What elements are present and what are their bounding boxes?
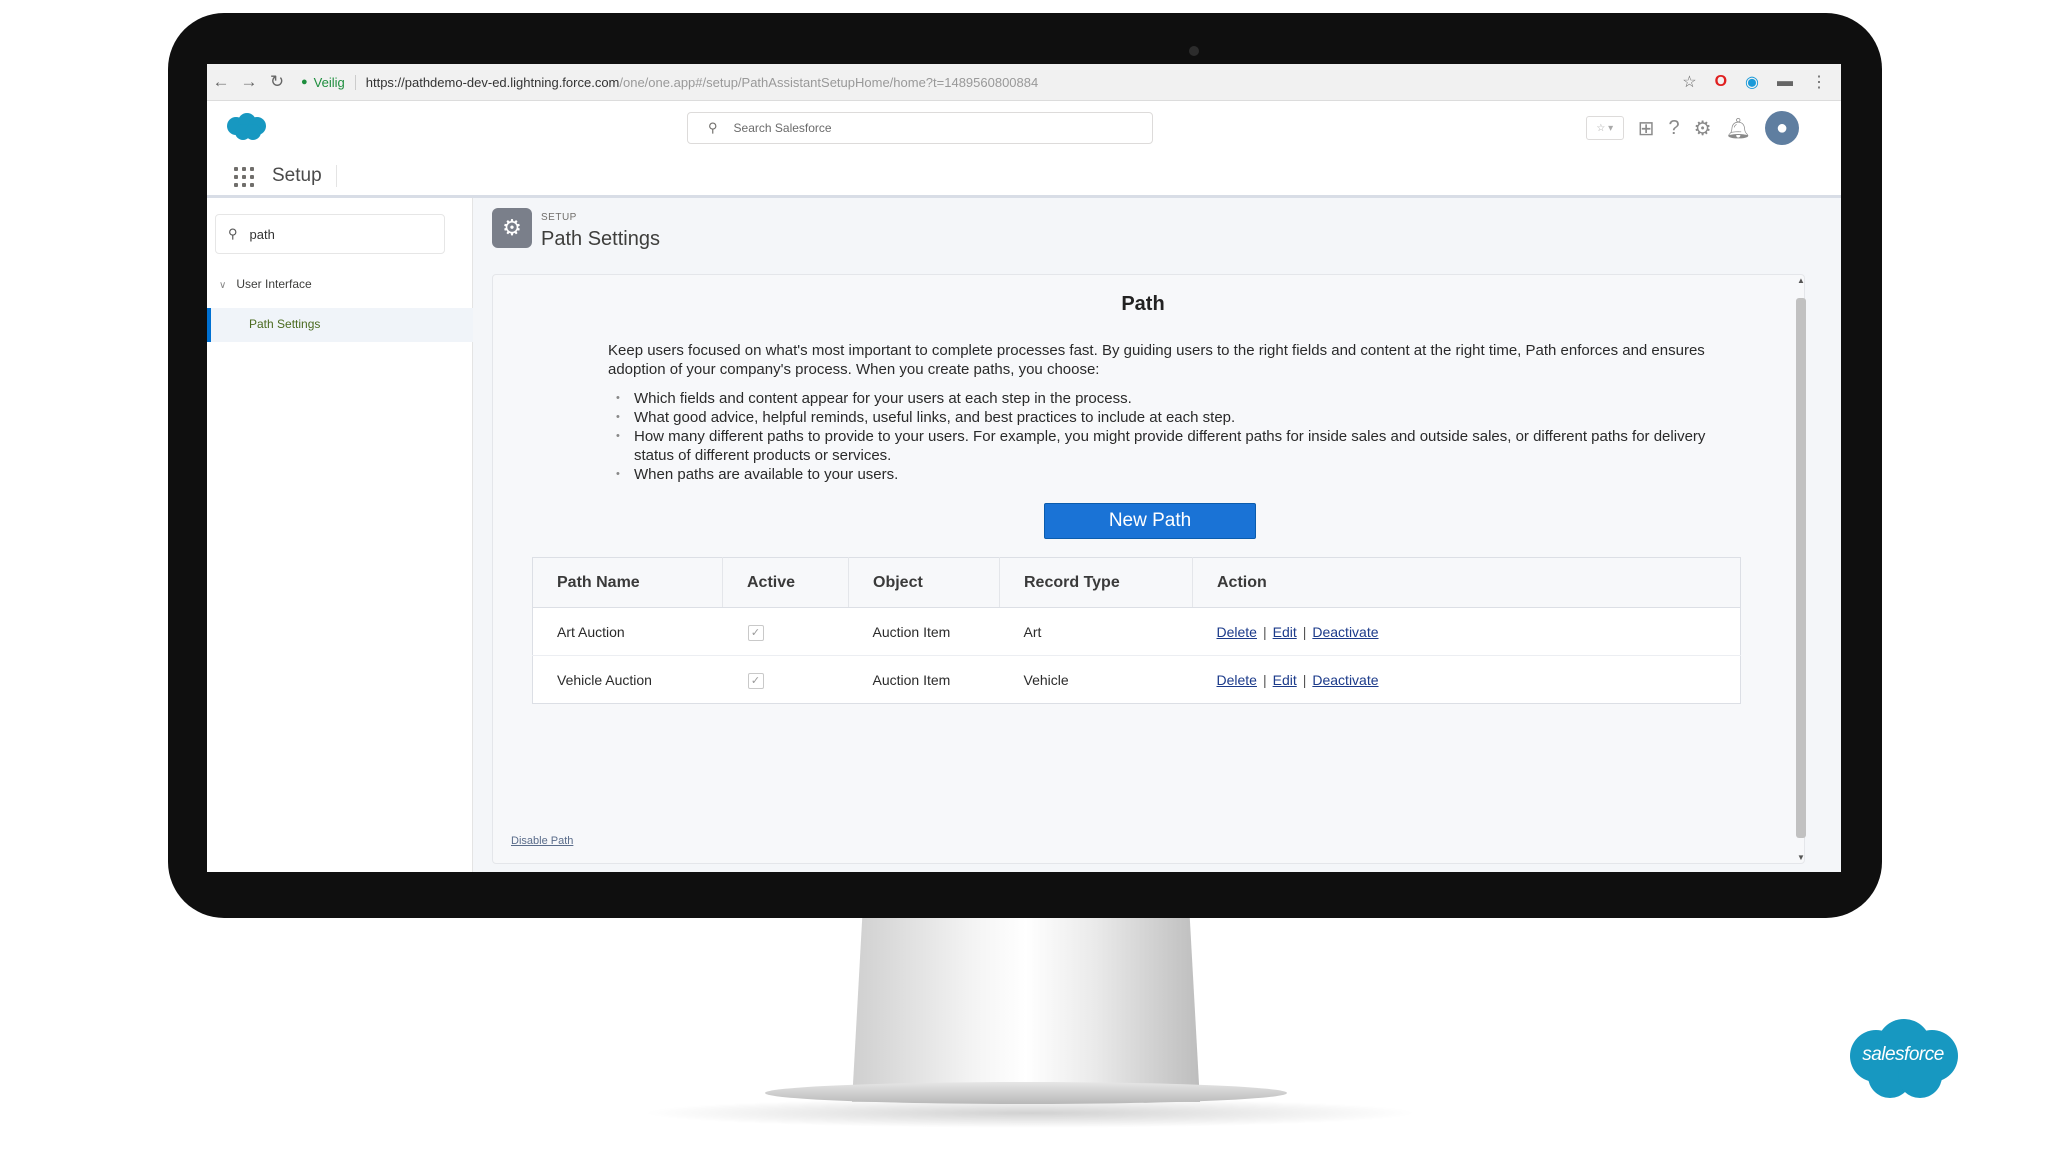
column-header-object[interactable]: Object <box>848 557 1000 608</box>
record-type-cell: Art <box>999 607 1193 656</box>
setup-sidebar: ⚲ path ∨ User Interface Path Settings <box>207 198 473 872</box>
page-eyebrow: SETUP <box>541 212 577 223</box>
extension-icon[interactable]: ◉ <box>1745 72 1759 92</box>
setup-gear-icon: ⚙ <box>492 208 532 248</box>
quick-find-value: path <box>249 226 275 242</box>
active-checkbox: ✓ <box>747 624 764 641</box>
column-header-record-type[interactable]: Record Type <box>999 557 1193 608</box>
header-actions: ☆ ▾ ⊞ ? ⚙ 🔔︎ ● <box>1585 111 1799 145</box>
path-settings-card: Path Keep users focused on what's most i… <box>492 274 1805 864</box>
card-title: Path <box>1121 293 1165 315</box>
search-icon: ⚲ <box>708 120 718 135</box>
delete-link[interactable]: Delete <box>1217 672 1257 688</box>
sidebar-item-label: Path Settings <box>249 317 321 331</box>
bullet-list: Which fields and content appear for your… <box>608 389 1708 484</box>
address-bar[interactable]: https://pathdemo-dev-ed.lightning.force.… <box>366 75 1683 90</box>
sidebar-item-path-settings[interactable]: Path Settings <box>207 308 473 342</box>
object-cell: Auction Item <box>872 671 951 688</box>
bell-icon[interactable]: 🔔︎ <box>1726 116 1751 141</box>
url-host: https://pathdemo-dev-ed.lightning.force.… <box>365 74 620 90</box>
object-cell: Auction Item <box>848 607 1000 656</box>
paths-table: Path Name Active Object Record Type Acti… <box>532 557 1741 704</box>
forward-icon[interactable]: → <box>235 72 263 92</box>
scroll-down-icon[interactable]: ▼ <box>1794 853 1808 862</box>
screen: ← → ↻ ● Veilig https://pathdemo-dev-ed.l… <box>207 64 1841 872</box>
search-icon: ⚲ <box>228 226 238 241</box>
deactivate-link[interactable]: Deactivate <box>1312 672 1378 688</box>
scroll-up-icon[interactable]: ▲ <box>1794 276 1808 285</box>
column-header-action: Action <box>1192 557 1741 608</box>
list-item: When paths are available to your users. <box>608 465 1708 484</box>
list-item: What good advice, helpful reminds, usefu… <box>608 408 1708 427</box>
favorites-button[interactable]: ☆ ▾ <box>1585 116 1624 140</box>
sidebar-group-label: User Interface <box>236 277 312 291</box>
global-actions-icon[interactable]: ⊞ <box>1638 116 1655 141</box>
search-placeholder: Search Salesforce <box>733 121 832 135</box>
monitor-stand <box>852 914 1200 1102</box>
opera-icon[interactable]: O <box>1715 73 1727 91</box>
reload-icon[interactable]: ↻ <box>263 72 291 92</box>
url-path: /one/one.app#/setup/PathAssistantSetupHo… <box>619 74 1039 90</box>
action-separator: | <box>1262 623 1267 640</box>
table-row: Vehicle Auction ✓ Auction Item Vehicle D… <box>533 656 1741 704</box>
active-cell: ✓ <box>723 656 849 704</box>
sidebar-group-user-interface[interactable]: ∨ User Interface <box>219 277 312 291</box>
menu-icon[interactable]: ⋮ <box>1811 72 1827 92</box>
avatar[interactable]: ● <box>1765 111 1799 145</box>
scrollbar[interactable]: ▲ ▼ <box>1794 276 1808 862</box>
table-row: Art Auction ✓ Auction Item Art Delete | Ed… <box>532 607 1741 656</box>
quick-find-input[interactable]: ⚲ path <box>215 214 445 254</box>
back-icon[interactable]: ← <box>207 72 235 92</box>
salesforce-badge-text: salesforce <box>1862 1044 1944 1065</box>
app-launcher-icon[interactable] <box>234 167 254 187</box>
action-separator: | <box>1302 671 1307 688</box>
path-name-cell: Vehicle Auction <box>557 671 652 688</box>
path-name-cell: Art Auction <box>532 607 723 656</box>
disable-path-link[interactable]: Disable Path <box>511 835 573 847</box>
intro-text: Keep users focused on what's most import… <box>608 342 1705 378</box>
global-search-input[interactable]: ⚲ Search Salesforce <box>687 112 1153 144</box>
active-checkbox: ✓ <box>747 672 764 689</box>
table-header-row: Path Name Active Object Record Type Acti… <box>532 557 1741 608</box>
app-name: Setup <box>272 165 337 187</box>
help-icon[interactable]: ? <box>1669 117 1680 140</box>
camera-icon <box>1189 46 1199 56</box>
new-path-button[interactable]: New Path <box>1044 503 1256 539</box>
action-cell: Delete | Edit | Deactivate <box>1193 656 1741 704</box>
gear-icon[interactable]: ⚙ <box>1694 116 1712 141</box>
star-icon[interactable]: ☆ <box>1682 72 1696 92</box>
column-header-active[interactable]: Active <box>722 557 849 608</box>
browser-toolbar: ← → ↻ ● Veilig https://pathdemo-dev-ed.l… <box>207 64 1841 101</box>
monitor-stand-base <box>765 1082 1287 1104</box>
secure-label: Veilig <box>314 74 356 90</box>
action-cell: Delete | Edit | Deactivate <box>1192 607 1741 656</box>
scrollbar-thumb[interactable] <box>1796 298 1806 838</box>
active-cell: ✓ <box>722 607 849 656</box>
lock-icon: ● <box>301 76 308 88</box>
page-title: Path Settings <box>541 228 660 250</box>
cast-icon[interactable]: ▬ <box>1777 73 1793 91</box>
edit-link[interactable]: Edit <box>1273 624 1297 640</box>
action-separator: | <box>1302 623 1307 640</box>
browser-extensions: ☆ O ◉ ▬ ⋮ <box>1682 72 1841 92</box>
list-item: How many different paths to provide to y… <box>608 427 1708 465</box>
app-navigation-bar: Setup <box>207 154 1841 198</box>
deactivate-link[interactable]: Deactivate <box>1312 624 1378 640</box>
record-type-cell: Vehicle <box>1023 671 1069 688</box>
column-header-path-name[interactable]: Path Name <box>532 557 723 608</box>
global-header: ⚲ Search Salesforce ☆ ▾ ⊞ ? ⚙ 🔔︎ ● <box>207 101 1841 154</box>
salesforce-logo[interactable] <box>223 112 269 142</box>
edit-link[interactable]: Edit <box>1273 672 1297 688</box>
action-separator: | <box>1262 671 1267 688</box>
list-item: Which fields and content appear for your… <box>608 389 1708 408</box>
chevron-down-icon: ∨ <box>219 280 227 291</box>
delete-link[interactable]: Delete <box>1217 624 1257 640</box>
